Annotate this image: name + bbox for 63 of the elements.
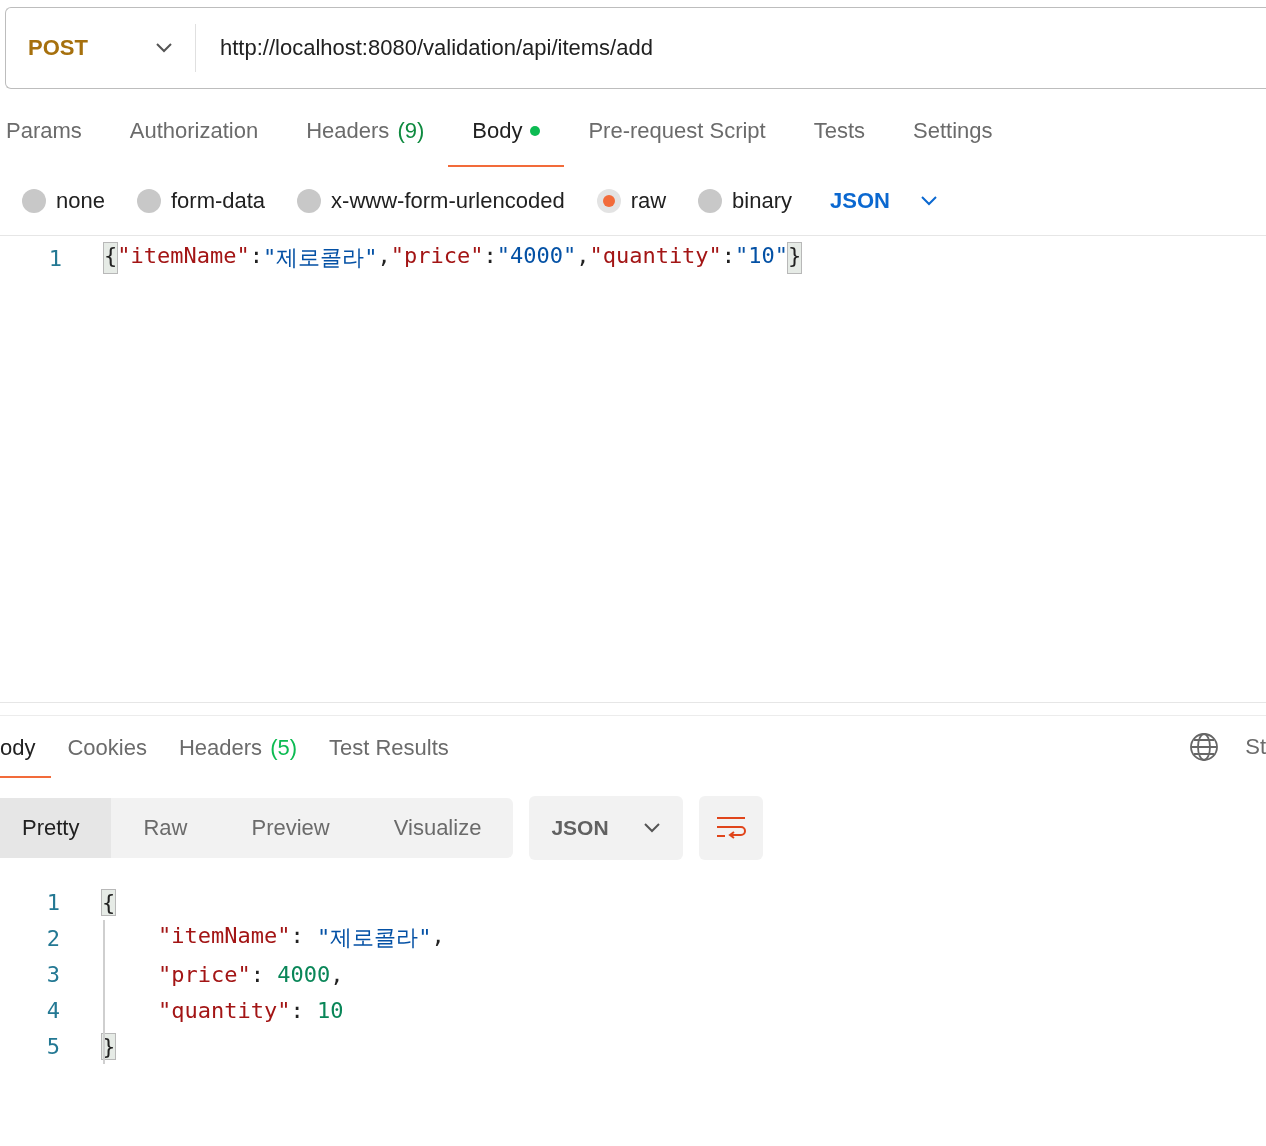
body-type-radio[interactable]: none — [22, 188, 105, 214]
request-url-bar[interactable]: POST http://localhost:8080/validation/api/items/add — [5, 7, 1266, 89]
request-tab[interactable]: Authorization — [105, 97, 283, 167]
line-number: 2 — [45, 925, 60, 951]
body-type-radio[interactable]: binary — [698, 188, 792, 214]
response-tab[interactable]: Test Results — [313, 716, 465, 778]
json-key: "price" — [158, 961, 251, 987]
request-tab[interactable]: Headers (9) — [282, 97, 449, 167]
view-mode-tab[interactable]: Preview — [219, 798, 362, 858]
json-string: "10" — [735, 243, 789, 270]
json-punctuation: : — [249, 243, 263, 270]
body-type-radio[interactable]: x-www-form-urlencoded — [297, 188, 565, 214]
line-number: 3 — [45, 961, 60, 987]
json-number: 10 — [316, 997, 344, 1023]
line-number: 5 — [45, 1033, 60, 1059]
url-field[interactable]: http://localhost:8080/validation/api/items/add — [196, 35, 1266, 61]
response-tab[interactable]: ody — [0, 716, 52, 778]
json-punctuation: : — [721, 243, 736, 270]
request-tab[interactable]: Tests — [789, 97, 890, 167]
wrap-icon — [714, 815, 747, 841]
body-type-radio[interactable]: raw — [596, 188, 667, 214]
caret-icon — [642, 822, 661, 834]
view-mode-tab[interactable]: Visualize — [361, 798, 514, 858]
body-type-radio[interactable]: form-data — [136, 188, 266, 214]
format-dropdown[interactable]: JSON — [529, 796, 683, 860]
line-number: 1 — [45, 889, 60, 915]
brace: { — [104, 243, 118, 273]
request-tab[interactable]: Settings — [889, 97, 1017, 167]
request-tab[interactable]: Params — [0, 97, 106, 167]
json-punctuation: , — [576, 243, 590, 270]
json-string: "제로콜라" — [262, 244, 378, 272]
json-key: "quantity" — [158, 997, 291, 1023]
brace: } — [788, 243, 802, 273]
request-tab[interactable]: Pre-request Script — [564, 97, 790, 167]
globe-icon[interactable] — [1189, 732, 1220, 762]
response-tab[interactable]: Cookies — [51, 716, 163, 778]
line-number: 4 — [45, 997, 60, 1023]
response-tab[interactable]: Headers (5) — [162, 716, 313, 778]
json-key: "itemName" — [158, 923, 291, 953]
method-dropdown[interactable]: POST — [6, 24, 196, 72]
json-key: "price" — [390, 243, 484, 273]
json-punctuation: : — [290, 997, 305, 1023]
caret-icon — [155, 42, 173, 54]
wrap-lines-button[interactable] — [698, 796, 763, 860]
json-string: "4000" — [496, 243, 577, 270]
brace: { — [102, 889, 116, 915]
line-number: 1 — [47, 245, 62, 271]
json-punctuation: : — [483, 243, 497, 270]
json-key: "quantity" — [589, 243, 722, 273]
view-mode-tab[interactable]: Pretty — [0, 798, 112, 858]
status-label: St — [1245, 734, 1266, 760]
json-number: 4000 — [277, 961, 331, 987]
json-punctuation: , — [377, 243, 391, 270]
caret-icon — [919, 195, 938, 207]
json-punctuation: , — [431, 923, 445, 950]
request-tab[interactable]: Body — [448, 97, 565, 167]
json-punctuation: : — [290, 923, 305, 950]
format-dropdown[interactable]: JSON — [824, 188, 938, 214]
json-punctuation: : — [250, 961, 265, 987]
view-mode-tab[interactable]: Raw — [111, 798, 220, 858]
json-punctuation: , — [330, 961, 344, 987]
json-string: "제로콜라" — [316, 924, 432, 952]
json-key: "itemName" — [117, 243, 250, 273]
